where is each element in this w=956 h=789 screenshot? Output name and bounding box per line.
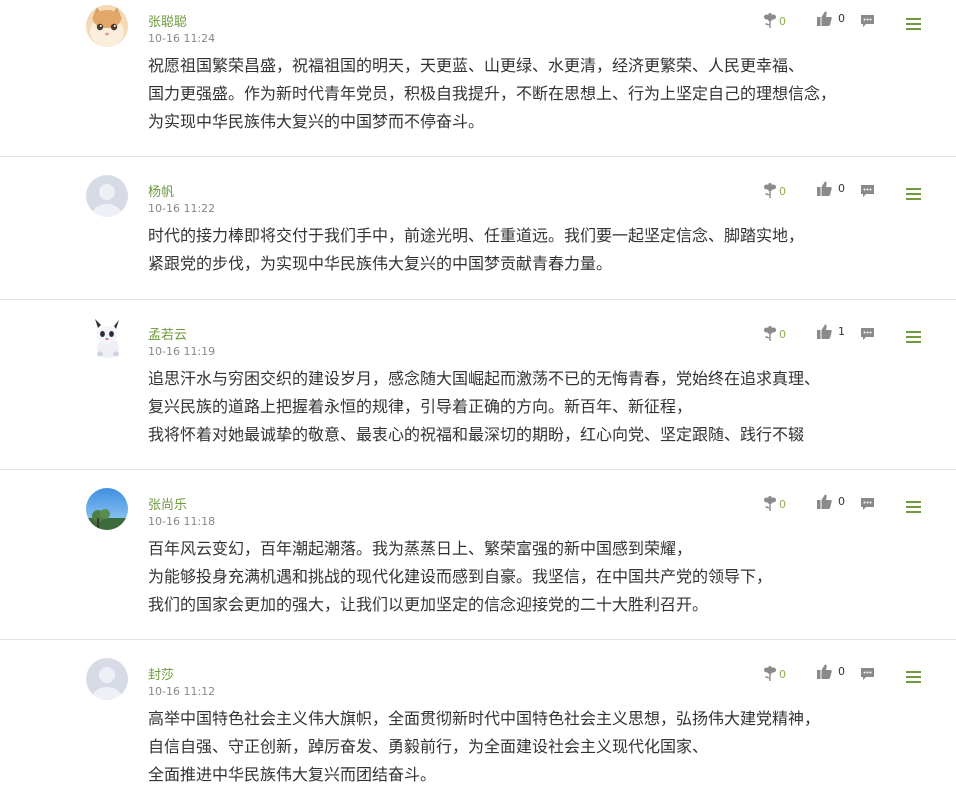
like-button[interactable]: 0: [817, 664, 845, 679]
menu-icon[interactable]: [906, 188, 921, 203]
reply-button[interactable]: [860, 184, 875, 198]
comment-author[interactable]: 杨帆: [148, 181, 174, 200]
comment-author[interactable]: 孟若云: [148, 324, 187, 343]
comment-time: 10-16 11:18: [148, 515, 216, 528]
like-count: 0: [838, 665, 845, 678]
like-button[interactable]: 1: [817, 324, 845, 339]
comment-time: 10-16 11:12: [148, 685, 216, 698]
comment-author[interactable]: 张聪聪: [148, 11, 187, 30]
reply-button[interactable]: [860, 327, 875, 341]
like-count: 0: [838, 495, 845, 508]
chat-icon: [861, 185, 874, 197]
comment-content: 百年风云变幻，百年潮起潮落。我为蒸蒸日上、繁荣富强的新中国感到荣耀， 为能够投身…: [148, 535, 938, 619]
like-button[interactable]: 0: [817, 11, 845, 26]
cat-avatar[interactable]: [86, 5, 128, 47]
comment-time: 10-16 11:19: [148, 345, 216, 358]
divider: [0, 639, 956, 640]
content-line: 自信自强、守正创新，踔厉奋发、勇毅前行，为全面建设社会主义现代化国家、: [148, 737, 709, 756]
content-line: 全面推进中华民族伟大复兴而团结奋斗。: [148, 765, 437, 784]
content-line: 紧跟党的步伐，为实现中华民族伟大复兴的中国梦贡献青春力量。: [148, 254, 613, 273]
comment-content: 时代的接力棒即将交付于我们手中，前途光明、任重道远。我们要一起坚定信念、脚踏实地…: [148, 222, 938, 278]
divider: [0, 299, 956, 300]
flower-button[interactable]: 0: [763, 13, 786, 29]
comment-time: 10-16 11:24: [148, 32, 216, 45]
divider: [0, 156, 956, 157]
thumbs-up-icon: [817, 11, 832, 26]
content-line: 我们的国家会更加的强大，让我们以更加坚定的信念迎接党的二十大胜利召开。: [148, 595, 709, 614]
content-line: 百年风云变幻，百年潮起潮落。我为蒸蒸日上、繁荣富强的新中国感到荣耀，: [148, 539, 693, 558]
panda-avatar[interactable]: [86, 318, 128, 360]
content-line: 高举中国特色社会主义伟大旗帜，全面贯彻新时代中国特色社会主义思想，弘扬伟大建党精…: [148, 709, 821, 728]
default-avatar[interactable]: [86, 658, 128, 700]
comment-content: 高举中国特色社会主义伟大旗帜，全面贯彻新时代中国特色社会主义思想，弘扬伟大建党精…: [148, 705, 938, 789]
like-count: 1: [838, 325, 845, 338]
like-count: 0: [838, 12, 845, 25]
chat-icon: [861, 328, 874, 340]
reply-button[interactable]: [860, 14, 875, 28]
menu-icon[interactable]: [906, 501, 921, 516]
comment-author[interactable]: 张尚乐: [148, 494, 187, 513]
flower-icon: [764, 13, 776, 28]
flower-count: 0: [779, 667, 786, 681]
flower-count: 0: [779, 327, 786, 341]
chat-icon: [861, 15, 874, 27]
default-avatar[interactable]: [86, 175, 128, 217]
flower-count: 0: [779, 497, 786, 511]
content-line: 追思汗水与穷困交织的建设岁月，感念随大国崛起而激荡不已的无悔青春，党始终在追求真…: [148, 369, 821, 388]
chat-icon: [861, 668, 874, 680]
like-button[interactable]: 0: [817, 181, 845, 196]
flower-icon: [764, 496, 776, 511]
content-line: 祝愿祖国繁荣昌盛，祝福祖国的明天，天更蓝、山更绿、水更清，经济更繁荣、人民更幸福…: [148, 56, 805, 75]
flower-count: 0: [779, 14, 786, 28]
flower-icon: [764, 326, 776, 341]
comment-time: 10-16 11:22: [148, 202, 216, 215]
reply-button[interactable]: [860, 497, 875, 511]
content-line: 为实现中华民族伟大复兴的中国梦而不停奋斗。: [148, 112, 485, 131]
like-button[interactable]: 0: [817, 494, 845, 509]
flower-button[interactable]: 0: [763, 183, 786, 199]
flower-button[interactable]: 0: [763, 496, 786, 512]
thumbs-up-icon: [817, 494, 832, 509]
menu-icon[interactable]: [906, 331, 921, 346]
flower-icon: [764, 183, 776, 198]
divider: [0, 469, 956, 470]
menu-icon[interactable]: [906, 18, 921, 33]
comment-content: 祝愿祖国繁荣昌盛，祝福祖国的明天，天更蓝、山更绿、水更清，经济更繁荣、人民更幸福…: [148, 52, 938, 136]
reply-button[interactable]: [860, 667, 875, 681]
flower-icon: [764, 666, 776, 681]
comment-author[interactable]: 封莎: [148, 664, 174, 683]
content-line: 复兴民族的道路上把握着永恒的规律，引导着正确的方向。新百年、新征程，: [148, 397, 693, 416]
menu-icon[interactable]: [906, 671, 921, 686]
chat-icon: [861, 498, 874, 510]
flower-button[interactable]: 0: [763, 326, 786, 342]
comment-content: 追思汗水与穷困交织的建设岁月，感念随大国崛起而激荡不已的无悔青春，党始终在追求真…: [148, 365, 938, 449]
like-count: 0: [838, 182, 845, 195]
content-line: 为能够投身充满机遇和挑战的现代化建设而感到自豪。我坚信，在中国共产党的领导下，: [148, 567, 773, 586]
content-line: 我将怀着对她最诚挚的敬意、最衷心的祝福和最深切的期盼，红心向党、坚定跟随、践行不…: [148, 425, 805, 444]
thumbs-up-icon: [817, 181, 832, 196]
flower-count: 0: [779, 184, 786, 198]
flower-button[interactable]: 0: [763, 666, 786, 682]
thumbs-up-icon: [817, 664, 832, 679]
thumbs-up-icon: [817, 324, 832, 339]
content-line: 时代的接力棒即将交付于我们手中，前途光明、任重道远。我们要一起坚定信念、脚踏实地…: [148, 226, 805, 245]
content-line: 国力更强盛。作为新时代青年党员，积极自我提升，不断在思想上、行为上坚定自己的理想…: [148, 84, 837, 103]
sky-avatar[interactable]: [86, 488, 128, 530]
